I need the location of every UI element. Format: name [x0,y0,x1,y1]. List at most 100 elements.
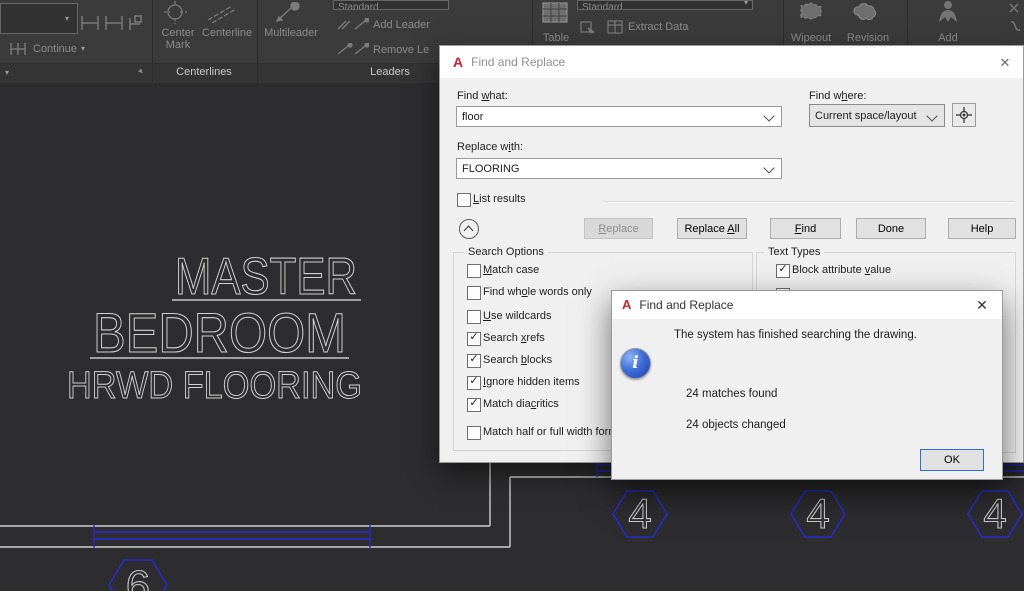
whole-words-label: Find whole words only [483,286,592,298]
block-attribute-label: Block attribute value [792,264,891,276]
list-results-label: List results [473,193,526,205]
search-blocks-checkbox[interactable] [467,354,481,368]
use-wildcards-checkbox[interactable] [467,310,481,324]
partial-panel-icon [1008,2,1024,41]
chevron-down-icon[interactable] [763,162,774,173]
text-types-group-label: Text Types [764,246,824,258]
linear-dimension-icon[interactable] [80,14,142,32]
centerlines-panel-label[interactable]: Centerlines [152,66,256,78]
objects-changed-text: 24 objects changed [686,419,786,431]
chevron-down-icon[interactable] [926,110,937,121]
table-style-combo[interactable]: Standard ▾ [577,0,753,10]
chevron-down-icon[interactable] [763,110,774,121]
revision-cloud-icon [851,1,879,21]
center-mark-button[interactable] [160,1,190,29]
center-mark-label: Center Mark [152,27,204,51]
extract-data-button[interactable]: Extract Data [628,21,689,33]
done-button[interactable]: Done [856,218,926,239]
ignore-hidden-label: Ignore hidden items [483,376,580,388]
select-objects-crosshair-icon [953,104,975,126]
matches-found-text: 24 matches found [686,388,777,400]
autocad-window: MASTER BEDROOM HRWD FLOORING 4 [0,0,1024,591]
autocad-logo-icon: A [453,55,463,69]
add-leader-button[interactable]: Add Leader [337,18,430,31]
chevron-down-icon: ▾ [744,0,748,7]
panel-separator [783,0,784,45]
centerline-label: Centerline [198,27,256,39]
dialog-title: Find and Replace [471,55,565,69]
multileader-style-combo[interactable]: Standard [333,0,449,10]
match-diacritics-checkbox[interactable] [467,398,481,412]
center-mark-icon [160,1,190,24]
ignore-hidden-checkbox[interactable] [467,376,481,390]
add-person-icon [936,0,960,23]
list-results-checkbox[interactable] [457,193,471,207]
find-where-select[interactable]: Current space/layout [809,104,945,127]
search-finished-dialog: A Find and Replace ✕ i The system has fi… [611,290,1003,480]
multileader-label: Multileader [258,27,324,39]
panel-separator [532,0,533,45]
match-case-label: Match case [483,264,539,276]
find-what-input[interactable]: floor [456,106,782,127]
wipeout-icon [797,1,825,21]
dim-style-combo[interactable]: ▾ [0,3,78,34]
panel-separator [257,0,258,82]
search-options-group-label: Search Options [464,246,548,258]
remove-leader-icon [337,43,369,56]
find-where-label: Find where: [809,90,867,102]
window-symbol-1 [94,524,370,549]
remove-leader-button[interactable]: Remove Le [337,43,429,56]
extract-data-table-icon [607,20,623,39]
panel-expand-icon[interactable]: ▾ [5,69,9,77]
centerline-button[interactable] [206,3,236,28]
close-icon[interactable]: ✕ [974,297,990,314]
room-label-line2: BEDROOM [93,301,346,364]
message-titlebar[interactable]: A Find and Replace ✕ [612,291,1002,319]
add-leader-icon [337,18,369,31]
match-diacritics-label: Match diacritics [483,398,559,410]
revision-cloud-button[interactable] [851,1,879,26]
block-attribute-checkbox[interactable] [776,264,790,278]
continue-dimension-icon [9,42,29,56]
chevron-down-icon: ▾ [65,15,69,23]
match-width-label: Match half or full width form [483,426,618,438]
multileader-icon [275,2,303,23]
replace-button[interactable]: Replace [584,218,653,239]
table-label: Table [538,32,574,44]
search-xrefs-checkbox[interactable] [467,332,481,346]
wipeout-label: Wipeout [786,32,836,44]
whole-words-checkbox[interactable] [467,286,481,300]
add-label: Add [930,32,966,44]
match-case-checkbox[interactable] [467,264,481,278]
select-objects-button[interactable] [952,103,976,127]
autocad-logo-icon: A [622,298,631,312]
message-title: Find and Replace [639,298,733,312]
continue-dimension-button[interactable]: Continue ▾ [9,42,85,56]
table-button[interactable] [542,2,568,28]
find-what-label: Find what: [457,90,508,102]
callout-number: 4 [983,490,1006,537]
replace-all-button[interactable]: Replace All [677,218,747,239]
wipeout-button[interactable] [797,1,825,26]
room-label-line3: HRWD FLOORING [67,365,362,407]
match-width-checkbox[interactable] [467,426,481,440]
close-icon[interactable]: ✕ [997,55,1013,71]
help-button[interactable]: Help [948,218,1016,239]
find-replace-titlebar[interactable]: A Find and Replace ✕ [440,46,1023,78]
chevron-down-icon: ▾ [81,45,85,53]
callout-hexagons[interactable]: 4 4 4 6 [109,490,1022,591]
replace-with-input[interactable]: FLOORING [456,158,782,179]
search-blocks-label: Search blocks [483,354,552,366]
centerline-icon [206,3,236,23]
replace-with-label: Replace with: [457,141,523,153]
room-label-line1: MASTER [175,248,357,306]
collapse-options-button[interactable] [459,219,479,239]
callout-number: 6 [126,562,150,591]
multileader-button[interactable] [275,2,303,28]
callout-number: 4 [806,490,829,537]
info-icon: i [620,348,651,379]
add-button[interactable] [936,0,960,28]
find-button[interactable]: Find [770,218,841,239]
ok-button[interactable]: OK [920,449,984,471]
callout-number: 4 [628,490,651,537]
